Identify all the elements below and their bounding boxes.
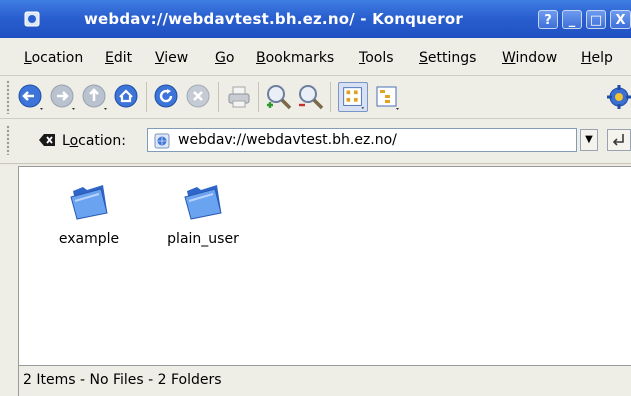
zoom-out-icon[interactable] — [296, 82, 326, 112]
menu-help[interactable]: Help — [581, 50, 613, 66]
location-input[interactable]: webdav://webdavtest.bh.ez.no/ — [147, 128, 577, 152]
home-icon[interactable] — [112, 82, 142, 112]
file-name: plain_user — [167, 231, 239, 247]
maximize-button[interactable]: □ — [586, 10, 606, 29]
icon-view-icon[interactable] — [338, 82, 368, 112]
stop-icon[interactable] — [184, 82, 214, 112]
help-button[interactable]: ? — [538, 10, 558, 29]
main-toolbar — [0, 76, 631, 119]
status-bar: 2 Items - No Files - 2 Folders — [18, 365, 631, 396]
title-bar[interactable]: webdav://webdavtest.bh.ez.no/ - Konquero… — [0, 0, 631, 38]
webdav-globe-icon — [154, 133, 170, 149]
file-view[interactable]: example plain_user — [18, 166, 631, 367]
menu-bookmarks[interactable]: Bookmarks — [256, 50, 334, 66]
left-strip — [0, 166, 18, 396]
file-item[interactable]: example — [39, 181, 139, 247]
toolbar-grip[interactable] — [6, 80, 10, 114]
menu-view[interactable]: View — [155, 50, 188, 66]
folder-icon — [70, 185, 108, 220]
clear-location-icon[interactable] — [38, 133, 56, 147]
back-icon[interactable] — [16, 82, 46, 112]
file-item[interactable]: plain_user — [153, 181, 253, 247]
location-bar: Location: webdav://webdavtest.bh.ez.no/ … — [0, 119, 631, 164]
location-dropdown-button[interactable]: ▼ — [580, 129, 598, 151]
zoom-in-icon[interactable] — [264, 82, 294, 112]
menu-location[interactable]: Location — [24, 50, 83, 66]
konqueror-gear-icon[interactable] — [604, 82, 631, 112]
go-icon[interactable] — [607, 129, 631, 151]
toolbar-separator — [146, 82, 147, 112]
menu-tools[interactable]: Tools — [359, 50, 394, 66]
file-name: example — [58, 231, 120, 247]
konqueror-window: webdav://webdavtest.bh.ez.no/ - Konquero… — [0, 0, 631, 396]
location-value: webdav://webdavtest.bh.ez.no/ — [178, 132, 397, 148]
locationbar-grip[interactable] — [6, 125, 10, 155]
konqueror-app-icon[interactable] — [24, 11, 40, 27]
reload-icon[interactable] — [152, 82, 182, 112]
minimize-button[interactable]: _ — [562, 10, 582, 29]
menu-go[interactable]: Go — [215, 50, 234, 66]
up-icon[interactable] — [80, 82, 110, 112]
print-icon[interactable] — [224, 82, 254, 112]
tree-view-icon[interactable] — [372, 82, 402, 112]
window-title: webdav://webdavtest.bh.ez.no/ - Konquero… — [84, 10, 463, 28]
location-label: Location: — [62, 133, 126, 149]
menu-window[interactable]: Window — [502, 50, 557, 66]
folder-icon — [184, 185, 222, 220]
close-button[interactable]: X — [610, 10, 631, 29]
forward-icon[interactable] — [48, 82, 78, 112]
menu-edit[interactable]: Edit — [105, 50, 132, 66]
toolbar-separator — [330, 82, 331, 112]
menu-bar: Location Edit View Go Bookmarks Tools Se… — [0, 38, 631, 76]
menu-settings[interactable]: Settings — [419, 50, 476, 66]
toolbar-separator — [218, 82, 219, 112]
toolbar-separator — [258, 82, 259, 112]
status-text: 2 Items - No Files - 2 Folders — [23, 372, 222, 388]
